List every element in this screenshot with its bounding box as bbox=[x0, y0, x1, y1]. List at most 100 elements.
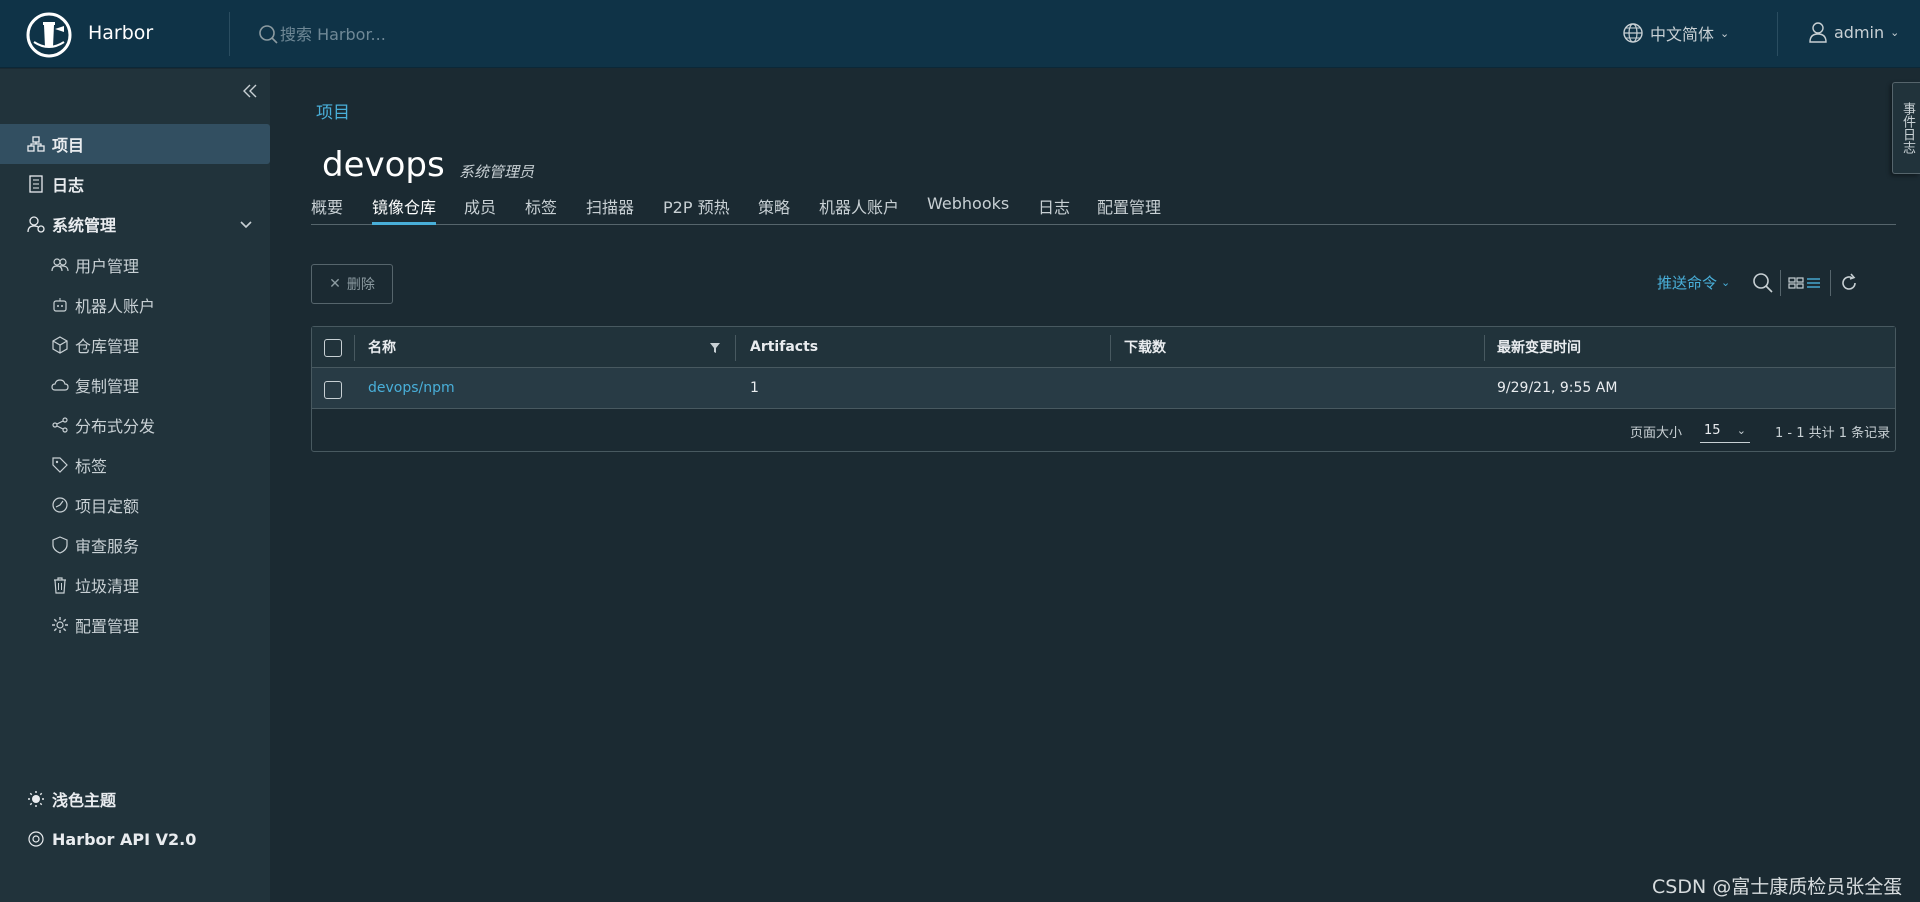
event-log-tab[interactable]: 事件日志 bbox=[1892, 82, 1920, 174]
sidebar-item-interrogation[interactable]: 审查服务 bbox=[0, 527, 270, 563]
share-icon bbox=[51, 416, 69, 434]
registry-icon bbox=[51, 336, 69, 354]
page-title: devops bbox=[322, 145, 445, 185]
sidebar-item-label: 垃圾清理 bbox=[75, 577, 140, 596]
sidebar-item-label: 复制管理 bbox=[75, 377, 140, 396]
admin-icon bbox=[27, 215, 45, 233]
sidebar-item-label: 仓库管理 bbox=[75, 337, 140, 356]
tab-webhooks[interactable]: Webhooks bbox=[927, 194, 1009, 225]
refresh-icon[interactable] bbox=[1838, 272, 1860, 294]
sidebar-item-logs[interactable]: 日志 bbox=[0, 164, 270, 204]
api-link[interactable]: Harbor API V2.0 bbox=[0, 819, 270, 859]
column-header-downloads[interactable]: 下载数 bbox=[1124, 327, 1166, 367]
filter-icon[interactable] bbox=[709, 342, 721, 354]
artifacts-count: 1 bbox=[750, 380, 759, 396]
tab-scanner[interactable]: 扫描器 bbox=[586, 194, 634, 225]
global-search-input[interactable] bbox=[280, 20, 680, 48]
page-size-label: 页面大小 bbox=[1630, 426, 1683, 441]
breadcrumb[interactable]: 项目 bbox=[316, 98, 350, 123]
chevron-down-icon: ⌄ bbox=[1721, 276, 1731, 289]
theme-label: 浅色主题 bbox=[52, 791, 117, 810]
sidebar-item-quotas[interactable]: 项目定额 bbox=[0, 487, 270, 523]
sidebar-item-label: 系统管理 bbox=[52, 216, 117, 235]
chevron-down-icon: ⌄ bbox=[1890, 25, 1900, 39]
repositories-table: 名称 Artifacts 下载数 最新变更时间 devops/npm 1 9/2… bbox=[311, 326, 1896, 452]
sidebar-item-label: 审查服务 bbox=[75, 537, 140, 556]
role-label: 系统管理员 bbox=[459, 163, 535, 181]
sidebar-item-projects[interactable]: 项目 bbox=[0, 124, 270, 164]
chevron-down-icon bbox=[240, 221, 252, 229]
sidebar-item-label: 用户管理 bbox=[75, 257, 140, 276]
harbor-logo-icon[interactable] bbox=[26, 12, 72, 58]
tab-repositories[interactable]: 镜像仓库 bbox=[372, 194, 437, 225]
sidebar-item-registries[interactable]: 仓库管理 bbox=[0, 327, 270, 363]
projects-icon bbox=[27, 135, 45, 153]
column-header-name[interactable]: 名称 bbox=[368, 327, 396, 367]
language-selector[interactable]: 中文简体 ⌄ bbox=[1622, 21, 1729, 45]
sidebar-item-label: 项目定额 bbox=[75, 497, 140, 516]
username: admin bbox=[1834, 22, 1885, 42]
sidebar-item-users[interactable]: 用户管理 bbox=[0, 247, 270, 283]
table-footer: 页面大小 15 ⌄ 1 - 1 共计 1 条记录 bbox=[312, 410, 1895, 451]
api-label: Harbor API V2.0 bbox=[52, 829, 197, 849]
gear-icon bbox=[51, 616, 69, 634]
tab-summary[interactable]: 概要 bbox=[311, 194, 343, 225]
tab-robot-accounts[interactable]: 机器人账户 bbox=[819, 194, 899, 225]
sidebar-item-config[interactable]: 配置管理 bbox=[0, 607, 270, 643]
push-command-dropdown[interactable]: 推送命令 ⌄ bbox=[1657, 272, 1730, 293]
sidebar-item-admin[interactable]: 系统管理 bbox=[0, 204, 270, 244]
sidebar-item-replications[interactable]: 复制管理 bbox=[0, 367, 270, 403]
toolbar-divider bbox=[1780, 270, 1781, 296]
chevron-down-icon: ⌄ bbox=[1720, 26, 1730, 40]
column-separator bbox=[1484, 335, 1485, 361]
theme-toggle[interactable]: 浅色主题 bbox=[0, 779, 270, 819]
tab-logs[interactable]: 日志 bbox=[1038, 194, 1070, 225]
sidebar-item-distribution[interactable]: 分布式分发 bbox=[0, 407, 270, 443]
sidebar-item-gc[interactable]: 垃圾清理 bbox=[0, 567, 270, 603]
column-header-updated[interactable]: 最新变更时间 bbox=[1497, 327, 1581, 367]
logs-icon bbox=[27, 175, 45, 193]
top-header: Harbor 中文简体 ⌄ admin ⌄ bbox=[0, 0, 1920, 68]
sidebar-item-label: 机器人账户 bbox=[75, 297, 156, 316]
tab-configuration[interactable]: 配置管理 bbox=[1097, 194, 1161, 225]
header-divider bbox=[229, 12, 230, 56]
sidebar-item-label: 日志 bbox=[52, 176, 85, 195]
repository-link[interactable]: devops/npm bbox=[368, 368, 455, 408]
view-toggle-icon[interactable] bbox=[1788, 272, 1822, 294]
updated-time: 9/29/21, 9:55 AM bbox=[1497, 380, 1618, 396]
api-icon bbox=[27, 830, 45, 848]
chevron-down-icon: ⌄ bbox=[1736, 424, 1746, 437]
toolbar-divider bbox=[1830, 270, 1831, 296]
tab-p2p[interactable]: P2P 预热 bbox=[663, 194, 730, 225]
gauge-icon bbox=[51, 496, 69, 514]
sun-icon bbox=[27, 790, 45, 808]
delete-label: 删除 bbox=[346, 277, 375, 293]
select-all-checkbox[interactable] bbox=[324, 339, 342, 357]
column-separator bbox=[1110, 335, 1111, 361]
push-command-label: 推送命令 bbox=[1657, 274, 1718, 292]
tag-icon bbox=[51, 456, 69, 474]
shield-icon bbox=[51, 536, 69, 554]
sidebar-item-label: 标签 bbox=[75, 457, 108, 476]
globe-icon bbox=[1623, 23, 1643, 43]
sidebar-item-robots[interactable]: 机器人账户 bbox=[0, 287, 270, 323]
collapse-sidebar-icon[interactable] bbox=[240, 81, 260, 101]
page-size-select[interactable]: 15 ⌄ bbox=[1700, 419, 1750, 443]
search-icon[interactable] bbox=[1752, 272, 1774, 294]
sidebar-item-labels[interactable]: 标签 bbox=[0, 447, 270, 483]
delete-button[interactable]: ✕ 删除 bbox=[311, 264, 393, 304]
tab-members[interactable]: 成员 bbox=[464, 194, 496, 225]
row-checkbox[interactable] bbox=[324, 381, 342, 399]
user-menu[interactable]: admin ⌄ bbox=[1808, 21, 1899, 43]
table-row[interactable]: devops/npm 1 9/29/21, 9:55 AM bbox=[312, 368, 1895, 409]
brand-name[interactable]: Harbor bbox=[88, 22, 153, 44]
column-header-artifacts[interactable]: Artifacts bbox=[750, 327, 818, 367]
close-icon: ✕ bbox=[329, 276, 341, 292]
sidebar-item-label: 分布式分发 bbox=[75, 417, 156, 436]
cloud-icon bbox=[51, 376, 69, 394]
page-size-value: 15 bbox=[1704, 423, 1721, 438]
tab-policy[interactable]: 策略 bbox=[758, 194, 790, 225]
sidebar: 项目 日志 系统管理 用户管理 机器人账户 仓库管理 复制管理 分布式分发 标签 bbox=[0, 69, 270, 902]
tab-labels[interactable]: 标签 bbox=[525, 194, 557, 225]
project-tabs: 概要 镜像仓库 成员 标签 扫描器 P2P 预热 策略 机器人账户 Webhoo… bbox=[311, 194, 1896, 225]
